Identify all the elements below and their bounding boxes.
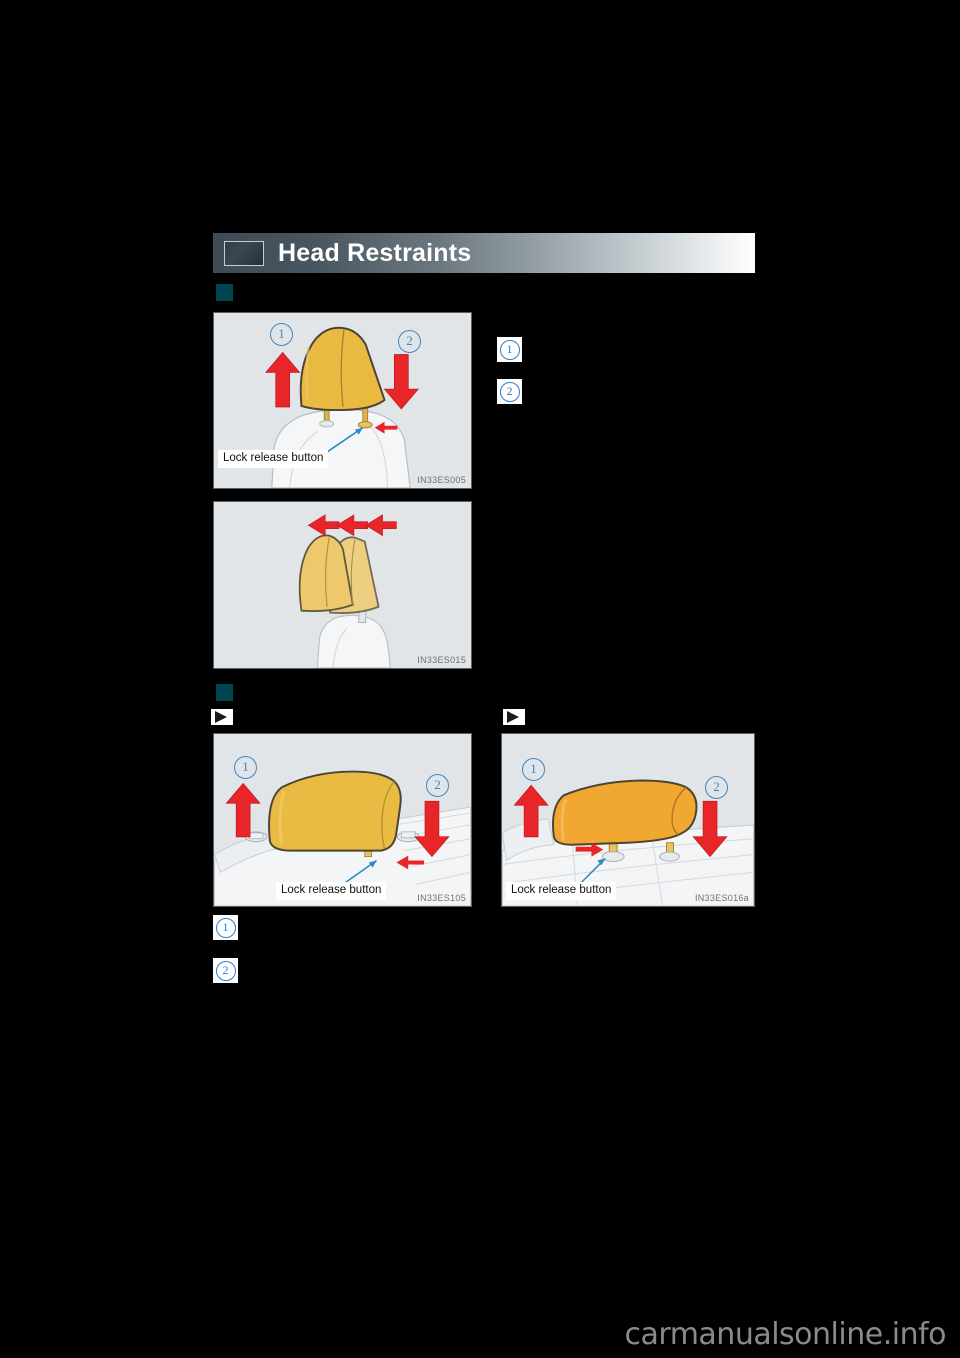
illustration-callout-2: 2 — [426, 774, 449, 797]
illustration-front-head-restraint-tilt: IN33ES015 — [213, 501, 472, 669]
callout-number: 2 — [499, 381, 520, 402]
seat-icon — [224, 240, 264, 266]
lock-release-button-label: Lock release button — [218, 450, 329, 468]
illustration-code: IN33ES015 — [417, 655, 466, 665]
illustration-code: IN33ES105 — [417, 893, 466, 903]
callout-marker-front-1: 1 — [497, 337, 522, 362]
variant-marker-right — [503, 709, 525, 725]
callout-number: 1 — [215, 917, 236, 938]
page-title: Head Restraints — [278, 238, 472, 267]
manual-page: Head Restraints 1 2 Lock release button … — [0, 0, 960, 1358]
illustration-callout-1: 1 — [270, 323, 293, 346]
illustration-callout-1: 1 — [522, 758, 545, 781]
section-bullet-front — [216, 284, 233, 301]
lock-release-button-label: Lock release button — [276, 882, 387, 900]
site-watermark: carmanualsonline.info — [624, 1317, 947, 1352]
illustration-code: IN33ES016a — [694, 893, 749, 903]
illustration-callout-2: 2 — [398, 330, 421, 353]
callout-marker-rear-1: 1 — [213, 915, 238, 940]
illustration-front-head-restraint-adjust: 1 2 Lock release button IN33ES005 — [213, 312, 472, 489]
illustration-rear-outboard-head-restraint: 1 2 Lock release button IN33ES105 — [213, 733, 472, 907]
front-head-restraint-tilt-diagram — [214, 502, 471, 668]
section-bullet-rear — [216, 684, 233, 701]
callout-marker-rear-2: 2 — [213, 958, 238, 983]
illustration-rear-center-head-restraint: 1 2 Lock release button IN33ES016a — [501, 733, 755, 907]
callout-marker-front-2: 2 — [497, 379, 522, 404]
variant-marker-left — [211, 709, 233, 725]
callout-number: 1 — [499, 339, 520, 360]
illustration-callout-2: 2 — [705, 776, 728, 799]
illustration-callout-1: 1 — [234, 756, 257, 779]
page-section-header: Head Restraints — [213, 233, 755, 273]
illustration-code: IN33ES005 — [417, 475, 466, 485]
callout-number: 2 — [215, 960, 236, 981]
lock-release-button-label: Lock release button — [506, 882, 617, 900]
